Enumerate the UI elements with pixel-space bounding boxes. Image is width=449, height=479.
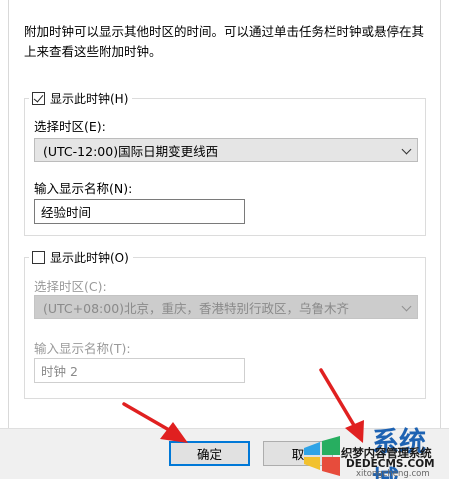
annotation-arrows xyxy=(122,368,364,443)
arrow-to-ok-icon xyxy=(122,402,188,443)
arrow-to-cancel-icon xyxy=(319,368,364,443)
